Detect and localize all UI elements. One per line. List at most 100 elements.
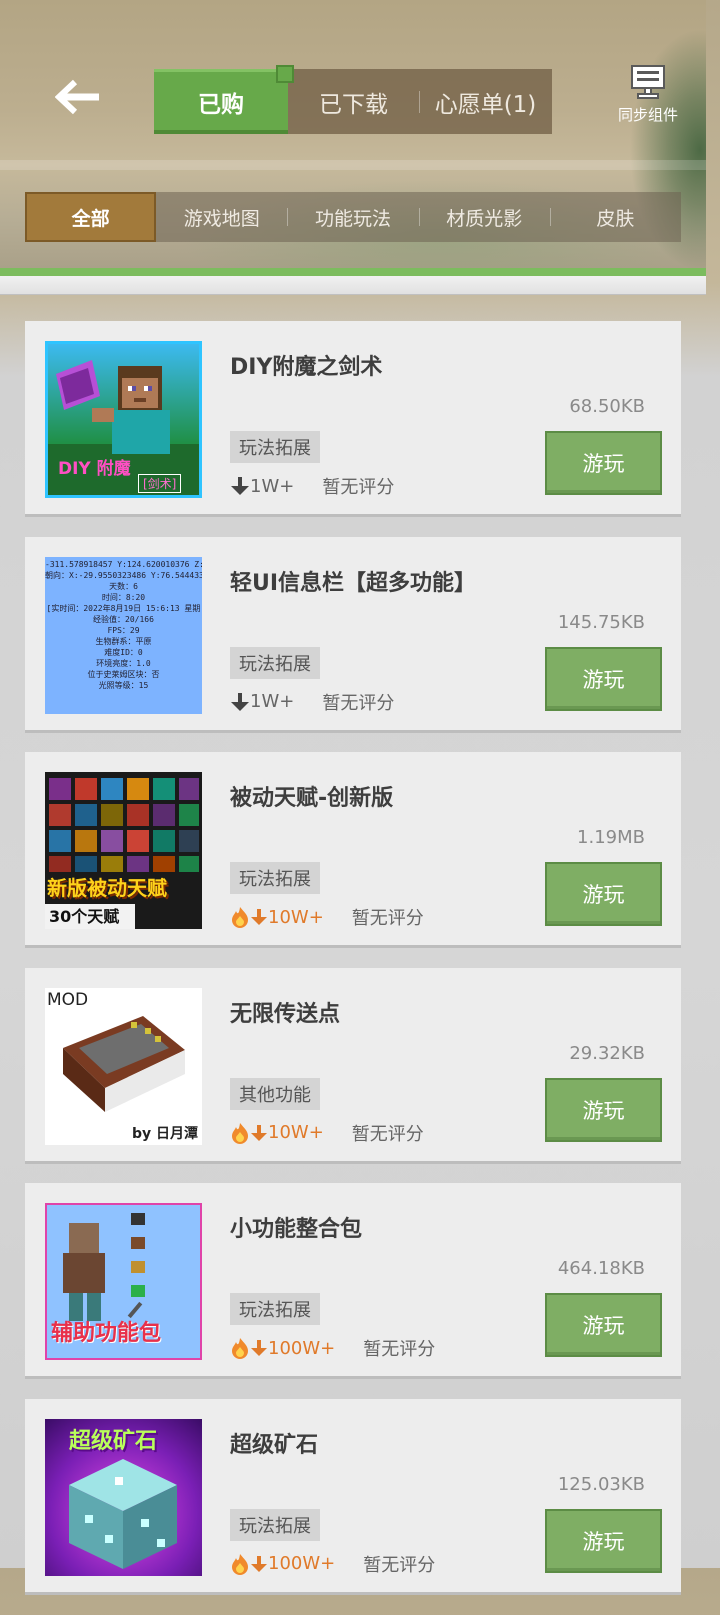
download-count: 10W+ — [230, 1122, 324, 1144]
download-arrow-icon — [231, 477, 249, 495]
download-count-value: 100W+ — [268, 1553, 336, 1575]
tab-downloaded-label: 已下载 — [319, 91, 388, 118]
flame-icon — [232, 1338, 248, 1360]
item-thumbnail: 新版被动天赋 30个天赋 — [45, 772, 202, 930]
thumbnail-info-line: 难度ID：0 — [104, 647, 143, 657]
category-label: 全部 — [71, 207, 110, 230]
rating-text: 暂无评分 — [322, 692, 395, 714]
item-size: 145.75KB — [557, 611, 645, 633]
list-item: DIY 附魔 [剑术] DIY附魔之剑术 68.50KB 玩法拓展 1W+ 暂无… — [25, 321, 681, 517]
thumbnail-info-line: 生物群系：平原 — [95, 636, 152, 646]
item-thumbnail: -311.578918457 Y:124.620010376 Z:16 朝向：X:… — [45, 556, 202, 714]
download-count: 100W+ — [230, 1553, 335, 1575]
category-label: 材质光影 — [446, 207, 523, 230]
item-list: DIY 附魔 [剑术] DIY附魔之剑术 68.50KB 玩法拓展 1W+ 暂无… — [25, 321, 681, 1615]
category-tab-bar: 全部 游戏地图 功能玩法 材质光影 皮肤 — [25, 192, 681, 242]
rating-text: 暂无评分 — [363, 1554, 436, 1576]
item-name[interactable]: DIY附魔之剑术 — [230, 349, 382, 381]
tab-divider — [419, 91, 420, 113]
download-count: 100W+ — [230, 1337, 336, 1360]
item-size: 68.50KB — [569, 396, 645, 417]
tab-purchased-label: 已购 — [198, 91, 244, 118]
header-divider — [0, 268, 706, 276]
thumbnail-info-line: -311.578918457 Y:124.620010376 Z:16 — [45, 559, 202, 569]
sync-components-button[interactable]: 同步组件 — [612, 64, 684, 130]
thumbnail-title: 辅助功能包 — [51, 1321, 162, 1347]
thumbnail-info-line: 光照等级：15 — [98, 680, 149, 690]
download-arrow-icon — [251, 1340, 267, 1357]
item-tag: 玩法拓展 — [230, 1293, 320, 1326]
thumbnail-info-line: 朝向：X:-29.9550323486 Y:76.5444335 — [45, 570, 202, 580]
download-count-value: 1W+ — [250, 691, 295, 713]
thumbnail-info-line: 经验值：20/166 — [93, 614, 154, 624]
rating-text: 暂无评分 — [363, 1339, 436, 1361]
item-stats: 1W+ 暂无评分 — [230, 473, 394, 499]
item-stats: 100W+ 暂无评分 — [230, 1335, 435, 1361]
item-stats: 10W+ 暂无评分 — [230, 904, 424, 930]
item-thumbnail: 超级矿石 — [45, 1418, 202, 1576]
category-divider — [287, 208, 289, 226]
item-thumbnail: MOD by 日月潭 — [45, 987, 202, 1145]
download-count-value: 10W+ — [268, 1122, 324, 1144]
flame-icon — [232, 907, 248, 929]
tab-downloaded[interactable]: 已下载 — [288, 69, 419, 134]
sync-label: 同步组件 — [617, 106, 678, 124]
thumbnail-info-line: 天数：6 — [109, 581, 138, 591]
item-tag: 玩法拓展 — [230, 1508, 320, 1541]
item-size: 29.32KB — [569, 1042, 645, 1064]
back-button[interactable] — [50, 72, 106, 122]
thumbnail-subtitle: by 日月潭 — [131, 1125, 198, 1142]
item-size: 1.19MB — [577, 827, 645, 849]
download-arrow-icon — [251, 909, 267, 926]
tab-wishlist[interactable]: 心愿单(1) — [419, 69, 552, 134]
list-item: 超级矿石 超级矿石 125.03KB 玩法拓展 100W+ 暂无评分 游玩 — [25, 1398, 681, 1595]
item-name[interactable]: 无限传送点 — [230, 996, 340, 1028]
diamond-ore-art — [69, 1458, 177, 1569]
thumbnail-title: DIY 附魔 — [58, 459, 131, 479]
download-count-value: 10W+ — [268, 906, 324, 928]
download-count-value: 1W+ — [250, 475, 295, 497]
thumbnail-info-line: 时间：8:20 — [101, 592, 146, 602]
top-tab-bar: 已购 已下载 心愿单(1) — [154, 65, 552, 134]
book-art — [63, 1015, 185, 1112]
tab-purchased[interactable]: 已购 — [154, 65, 294, 134]
rating-text: 暂无评分 — [351, 908, 424, 930]
category-tab-textures[interactable]: 材质光影 — [418, 192, 550, 242]
item-name[interactable]: 小功能整合包 — [230, 1211, 362, 1243]
item-thumbnail: DIY 附魔 [剑术] — [45, 341, 202, 498]
item-stats: 100W+ 暂无评分 — [230, 1551, 435, 1577]
download-count-value: 100W+ — [268, 1337, 336, 1359]
play-button[interactable]: 游玩 — [545, 646, 662, 711]
play-button[interactable]: 游玩 — [545, 862, 662, 927]
category-divider — [418, 208, 420, 226]
play-button[interactable]: 游玩 — [545, 431, 662, 495]
item-name[interactable]: 被动天赋-创新版 — [230, 780, 393, 812]
thumbnail-info-line: [实时间：2022年8月19日 15:6:13 星期 — [46, 603, 201, 613]
item-name[interactable]: 轻UI信息栏【超多功能】 — [230, 565, 476, 597]
category-tab-maps[interactable]: 游戏地图 — [156, 192, 287, 242]
list-top-edge — [0, 276, 706, 295]
list-item: 新版被动天赋 30个天赋 被动天赋-创新版 1.19MB 玩法拓展 10W+ 暂… — [25, 752, 681, 949]
list-item: -311.578918457 Y:124.620010376 Z:16 朝向：X:… — [25, 536, 681, 733]
item-name[interactable]: 超级矿石 — [230, 1427, 318, 1459]
play-button[interactable]: 游玩 — [545, 1077, 662, 1142]
thumbnail-info-line: 位于史莱姆区块：否 — [87, 669, 160, 679]
thumbnail-info-line: 环境亮度：1.0 — [96, 658, 151, 668]
back-arrow-icon — [55, 79, 99, 115]
download-count: 10W+ — [230, 906, 324, 929]
category-label: 皮肤 — [596, 207, 635, 230]
category-label: 游戏地图 — [183, 207, 260, 230]
item-tag: 玩法拓展 — [230, 431, 320, 463]
category-tab-gameplay[interactable]: 功能玩法 — [287, 192, 418, 242]
play-button[interactable]: 游玩 — [545, 1293, 662, 1358]
download-arrow-icon — [251, 1124, 267, 1141]
category-tab-all[interactable]: 全部 — [25, 192, 157, 242]
download-count: 1W+ — [230, 475, 294, 497]
thumbnail-title: 新版被动天赋 — [47, 876, 167, 901]
download-arrow-icon — [251, 1555, 267, 1572]
list-item: 辅助功能包 小功能整合包 464.18KB 玩法拓展 100W+ 暂无评分 游玩 — [25, 1183, 681, 1380]
category-tab-skins[interactable]: 皮肤 — [549, 192, 681, 242]
rating-text: 暂无评分 — [351, 1123, 424, 1145]
item-thumbnail: 辅助功能包 — [45, 1203, 202, 1361]
play-button[interactable]: 游玩 — [545, 1508, 662, 1573]
